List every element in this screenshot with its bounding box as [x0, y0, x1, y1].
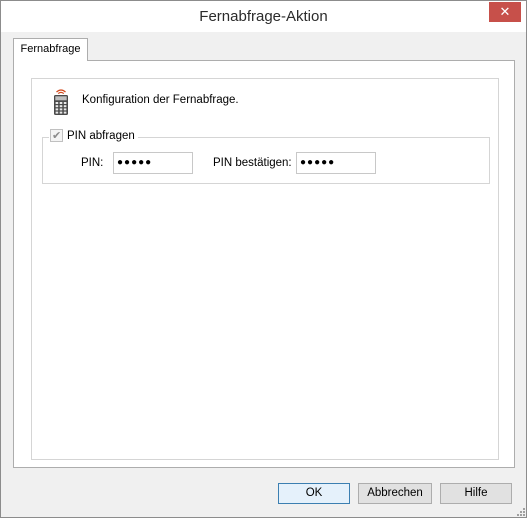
close-button[interactable]: ✕ — [489, 2, 521, 22]
check-icon: ✔ — [52, 130, 62, 142]
title-bar: Fernabfrage-Aktion ✕ — [1, 1, 526, 32]
confirm-pin-input[interactable]: ●●●●● — [296, 152, 376, 174]
pin-input[interactable]: ●●●●● — [113, 152, 193, 174]
resize-grip-icon[interactable] — [516, 507, 526, 517]
pin-checkbox[interactable]: ✔ — [50, 129, 63, 142]
remote-control-icon — [54, 89, 68, 115]
pin-label: PIN: — [81, 157, 104, 169]
confirm-pin-label: PIN bestätigen: — [213, 157, 292, 169]
intro-text: Konfiguration der Fernabfrage. — [82, 94, 239, 106]
pin-checkbox-label: PIN abfragen — [67, 129, 135, 142]
help-button[interactable]: Hilfe — [440, 483, 512, 504]
tab-fernabfrage[interactable]: Fernabfrage — [13, 38, 88, 61]
pin-group-box: ✔ PIN abfragen PIN: ●●●●● PIN bestätigen… — [42, 129, 490, 184]
ok-button[interactable]: OK — [278, 483, 350, 504]
close-icon: ✕ — [499, 4, 511, 19]
cancel-button[interactable]: Abbrechen — [358, 483, 432, 504]
pin-checkbox-row: ✔ PIN abfragen — [49, 129, 138, 142]
content-frame: Konfiguration der Fernabfrage. ✔ PIN abf… — [31, 78, 499, 460]
tab-panel: Konfiguration der Fernabfrage. ✔ PIN abf… — [13, 60, 515, 468]
dialog-window: Fernabfrage-Aktion ✕ Fernabfrage Konfigu… — [0, 0, 527, 518]
window-title: Fernabfrage-Aktion — [199, 8, 328, 25]
